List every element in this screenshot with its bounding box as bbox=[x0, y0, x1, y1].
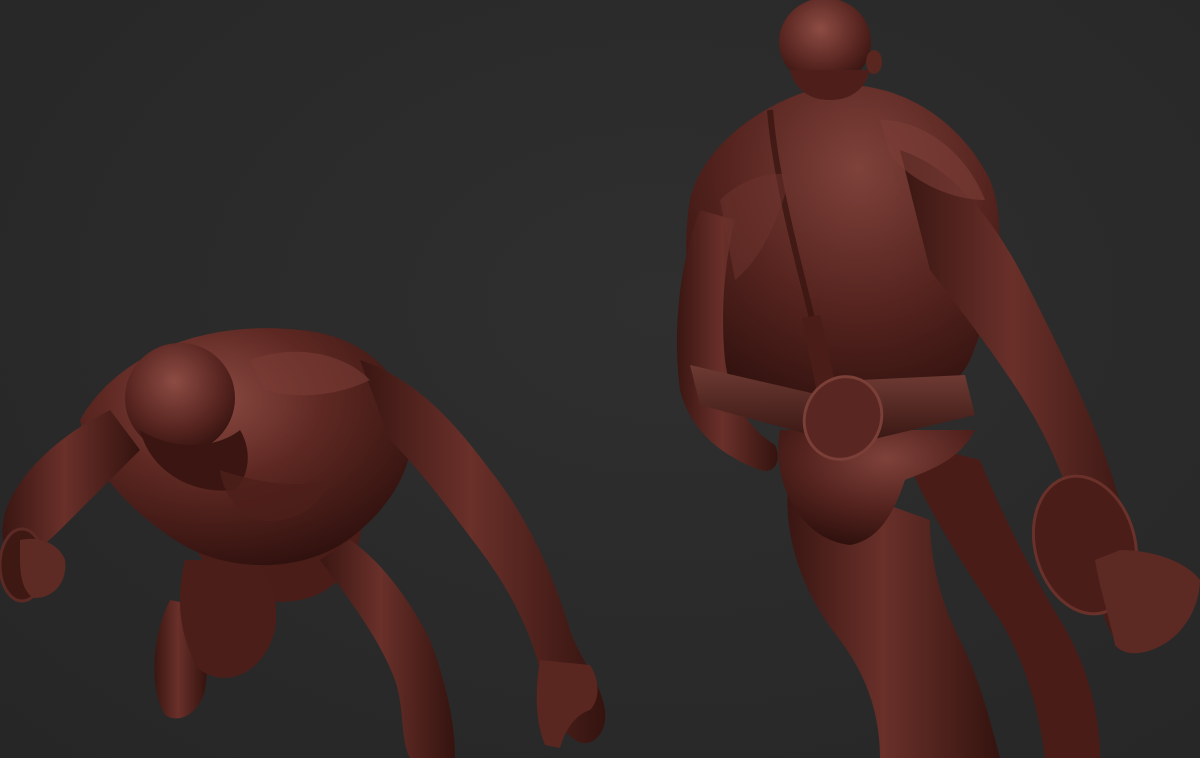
left-figure-leg bbox=[320, 540, 455, 758]
viewport-canvas bbox=[0, 0, 1200, 758]
right-figure-hand-right bbox=[1095, 550, 1200, 654]
right-figure-ear bbox=[866, 50, 882, 74]
figure-front-view[interactable] bbox=[0, 328, 606, 758]
sculpt-viewport[interactable] bbox=[0, 0, 1200, 758]
figure-back-view[interactable] bbox=[676, 0, 1200, 758]
left-figure-thigh bbox=[180, 560, 277, 678]
left-figure-head bbox=[125, 343, 235, 453]
left-figure-hand-left bbox=[20, 538, 66, 598]
